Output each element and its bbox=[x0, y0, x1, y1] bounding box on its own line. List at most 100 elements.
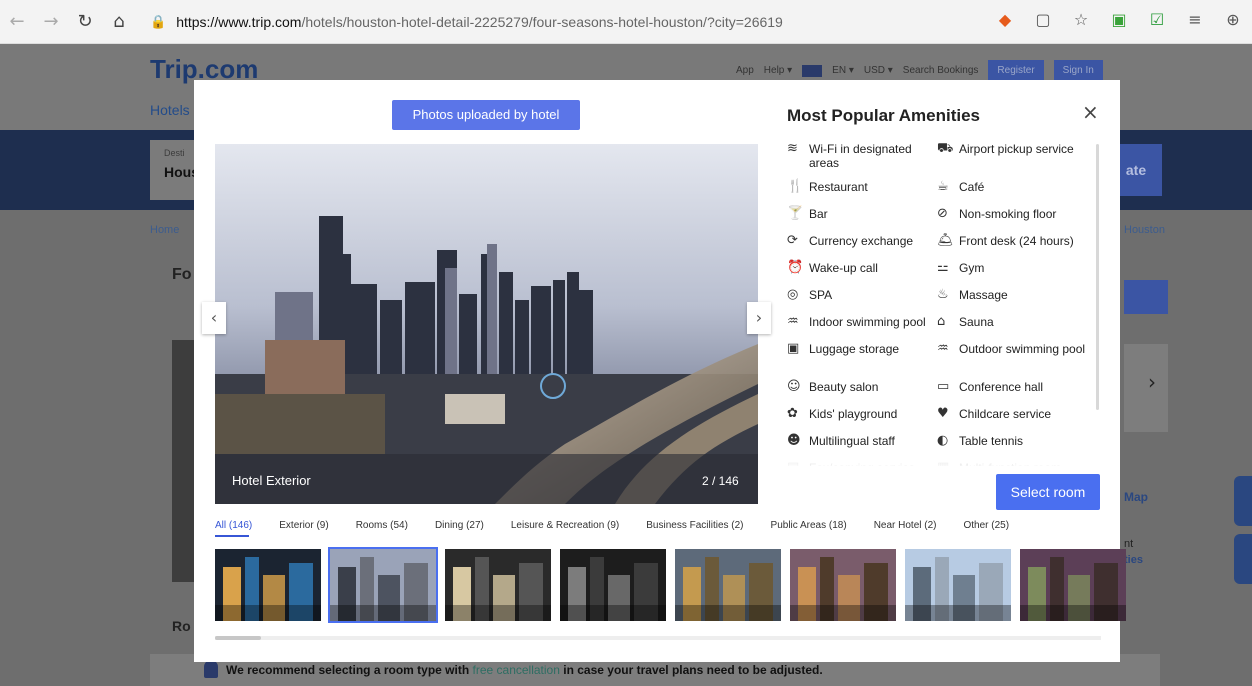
thumbnail-scrollbar[interactable] bbox=[215, 636, 1101, 640]
amenity-item: ▣ Luggage storage bbox=[787, 342, 937, 380]
amenity-item: ⏰ Wake-up call bbox=[787, 261, 937, 288]
photo-category-tab[interactable]: Leisure & Recreation (9) bbox=[511, 520, 619, 531]
free-cancellation-link[interactable]: free cancellation bbox=[473, 663, 560, 677]
extension-green-icon[interactable]: ▣ bbox=[1100, 10, 1138, 29]
help-link[interactable]: Help ▾ bbox=[764, 65, 792, 76]
amenity-label: Sauna bbox=[959, 315, 994, 329]
amenities-title: Most Popular Amenities bbox=[787, 106, 981, 125]
amenity-item: ⊘ Non-smoking floor bbox=[937, 207, 1087, 234]
amenity-item: ✿ Kids' playground bbox=[787, 407, 937, 434]
amenity-label: Childcare service bbox=[959, 407, 1052, 421]
amenity-item: ⛟ Airport pickup service bbox=[937, 142, 1087, 180]
restaurant-icon: 🍴 bbox=[787, 179, 804, 194]
photo-category-tab[interactable]: Business Facilities (2) bbox=[646, 520, 743, 531]
childcare-icon: ♥ bbox=[937, 406, 949, 421]
conference-hall-icon: ▭ bbox=[937, 379, 950, 394]
collections-icon[interactable]: ⊕ bbox=[1214, 10, 1252, 29]
amenity-label: Front desk (24 hours) bbox=[959, 234, 1074, 248]
book-button[interactable] bbox=[1124, 280, 1168, 314]
breadcrumb[interactable]: Home bbox=[150, 224, 179, 236]
chevron-right-icon[interactable]: › bbox=[1148, 370, 1156, 394]
photo-thumbnail[interactable] bbox=[560, 549, 666, 621]
amenity-row: ♒ Indoor swimming pool ⌂ Sauna bbox=[787, 315, 1087, 342]
currency-link[interactable]: USD ▾ bbox=[864, 65, 893, 76]
sign-in-button[interactable]: Sign In bbox=[1053, 60, 1103, 81]
photo-thumbnail[interactable] bbox=[215, 549, 321, 621]
photo-category-tab[interactable]: Public Areas (18) bbox=[771, 520, 847, 531]
previous-photo-button[interactable]: ‹ bbox=[202, 302, 226, 334]
checkbox-extension-icon[interactable]: ☑ bbox=[1138, 10, 1176, 29]
thumbnail-scroll-handle[interactable] bbox=[215, 636, 261, 640]
photo-category-tab[interactable]: Rooms (54) bbox=[356, 520, 408, 531]
map-link[interactable]: Map bbox=[1124, 490, 1148, 504]
gym-icon: ⚍ bbox=[937, 260, 949, 275]
info-icon bbox=[204, 660, 218, 678]
amenity-label: Massage bbox=[959, 288, 1008, 302]
amenities-scrollbar[interactable] bbox=[1096, 144, 1099, 410]
app-link[interactable]: App bbox=[736, 65, 754, 76]
next-photo-button[interactable]: › bbox=[747, 302, 771, 334]
bar-icon: 🍸 bbox=[787, 206, 804, 221]
side-float-tab[interactable] bbox=[1234, 476, 1252, 526]
search-bookings-link[interactable]: Search Bookings bbox=[903, 65, 979, 76]
active-tab-underline bbox=[215, 535, 249, 537]
photo-category-tab[interactable]: Dining (27) bbox=[435, 520, 484, 531]
amenity-label: Restaurant bbox=[809, 180, 868, 194]
airport-shuttle-icon: ⛟ bbox=[937, 142, 954, 156]
destination-value: Hous bbox=[164, 164, 199, 180]
destination-field[interactable]: Desti Hous bbox=[150, 140, 199, 200]
photo-category-tab[interactable]: Other (25) bbox=[964, 520, 1010, 531]
address-bar[interactable]: 🔒 https://www.trip.com/hotels/houston-ho… bbox=[150, 8, 970, 36]
home-icon[interactable]: ⌂ bbox=[102, 11, 136, 32]
amenity-item: ☺ Beauty salon bbox=[787, 380, 937, 407]
photo-category-tab[interactable]: Near Hotel (2) bbox=[874, 520, 937, 531]
side-float-tab[interactable] bbox=[1234, 534, 1252, 584]
amenity-item: ⟳ Currency exchange bbox=[787, 234, 937, 261]
back-icon[interactable]: ← bbox=[0, 11, 34, 32]
photo-category-tab[interactable]: All (146) bbox=[215, 520, 252, 531]
front-desk-icon: 🛎 bbox=[937, 233, 954, 248]
photo-thumbnail[interactable] bbox=[328, 547, 438, 623]
reader-view-icon[interactable]: ▢ bbox=[1024, 10, 1062, 29]
amenity-label: Conference hall bbox=[959, 380, 1044, 394]
amenity-item: ◎ SPA bbox=[787, 288, 937, 315]
spa-icon: ◎ bbox=[787, 287, 799, 302]
photo-thumbnail[interactable] bbox=[790, 549, 896, 621]
photo-category-tab[interactable]: Exterior (9) bbox=[279, 520, 328, 531]
photo-thumbnail[interactable] bbox=[1020, 549, 1126, 621]
amenity-item: 🍸 Bar bbox=[787, 207, 937, 234]
photos-uploaded-button[interactable]: Photos uploaded by hotel bbox=[392, 100, 580, 130]
luggage-icon: ▣ bbox=[787, 341, 800, 356]
amenity-row: 🍴 Restaurant ☕ Café bbox=[787, 180, 1087, 207]
select-room-button[interactable]: Select room bbox=[996, 474, 1100, 510]
amenity-label: Table tennis bbox=[959, 434, 1024, 448]
register-button[interactable]: Register bbox=[988, 60, 1044, 81]
favorite-star-icon[interactable]: ☆ bbox=[1062, 10, 1100, 29]
amenity-label: Wi-Fi in designated areas bbox=[809, 142, 912, 170]
table-tennis-icon: ◐ bbox=[937, 433, 949, 448]
reload-icon[interactable]: ↻ bbox=[68, 11, 102, 32]
amenity-label: Airport pickup service bbox=[959, 142, 1074, 156]
rooms-tab[interactable]: Ro bbox=[172, 618, 191, 634]
main-photo bbox=[215, 144, 758, 504]
close-icon[interactable]: × bbox=[1082, 100, 1099, 124]
amenity-item: ♨ Massage bbox=[937, 288, 1087, 315]
amenity-label: Kids' playground bbox=[809, 407, 898, 421]
sauna-icon: ⌂ bbox=[937, 314, 946, 329]
language-link[interactable]: EN ▾ bbox=[832, 65, 854, 76]
amenity-label: Outdoor swimming pool bbox=[959, 342, 1086, 356]
amenities-list[interactable]: ≋ Wi-Fi in designated areas ⛟ Airport picku… bbox=[787, 142, 1087, 466]
breadcrumb-city[interactable]: Houston bbox=[1124, 224, 1165, 236]
photo-thumbnail[interactable] bbox=[905, 549, 1011, 621]
amenity-item: 🛎 Front desk (24 hours) bbox=[937, 234, 1087, 261]
photo-thumbnail[interactable] bbox=[675, 549, 781, 621]
forward-icon[interactable]: → bbox=[34, 11, 68, 32]
hotels-tab[interactable]: Hotels bbox=[150, 102, 190, 118]
extension-icon[interactable]: ◆ bbox=[986, 10, 1024, 29]
favorites-icon[interactable]: ≡ bbox=[1176, 10, 1214, 29]
amenity-item: ▭ Conference hall bbox=[937, 380, 1087, 407]
photo-thumbnail[interactable] bbox=[445, 549, 551, 621]
amenity-row: 🍸 Bar ⊘ Non-smoking floor bbox=[787, 207, 1087, 234]
amenity-label: Café bbox=[959, 180, 985, 194]
amenity-item: ♒ Indoor swimming pool bbox=[787, 315, 937, 342]
